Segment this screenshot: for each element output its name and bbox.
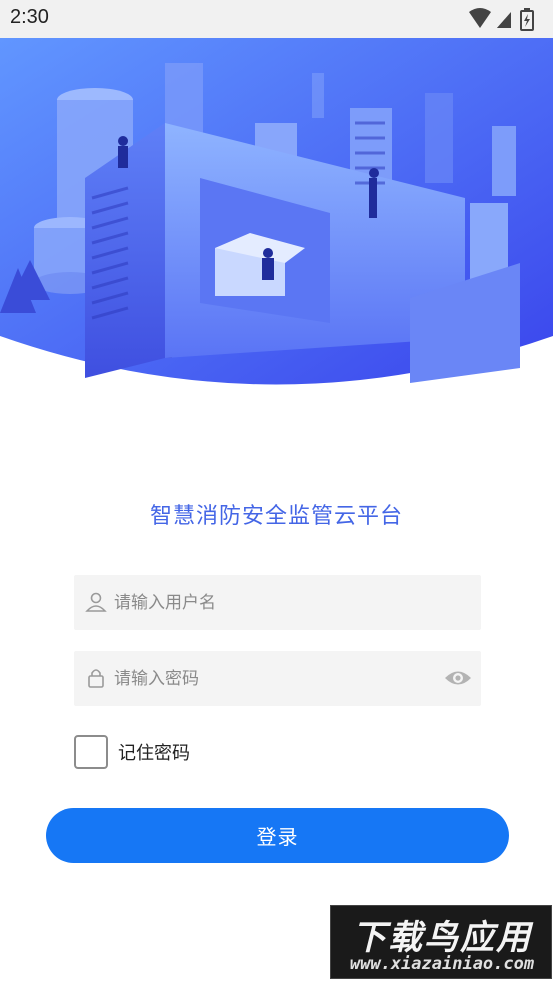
eye-icon[interactable] (443, 665, 473, 691)
username-field[interactable] (74, 575, 481, 630)
remember-password-checkbox[interactable] (74, 735, 108, 769)
watermark-main-text: 下载鸟应用 (352, 918, 532, 958)
remember-password-row[interactable]: 记住密码 (74, 733, 190, 771)
watermark-url-text: www.xiazainiao.com (349, 954, 535, 974)
battery-icon (520, 8, 534, 31)
password-field[interactable] (74, 651, 481, 706)
watermark-logo: 下载鸟应用 www.xiazainiao.com (330, 905, 552, 979)
hero-illustration (0, 38, 553, 385)
signal-icon (497, 12, 511, 28)
wifi-icon (469, 8, 491, 28)
status-time: 2:30 (10, 6, 49, 28)
lock-icon (88, 669, 104, 688)
user-icon (85, 592, 107, 612)
login-button[interactable]: 登录 (46, 808, 509, 863)
username-input[interactable] (114, 575, 434, 630)
login-screen: 2:30 智慧消防安全监管云平台 请输入用户名 记住密码 登录 下载鸟应用 ww… (0, 0, 553, 983)
status-bar: 2:30 (0, 0, 553, 38)
remember-password-label[interactable]: 记住密码 (118, 739, 190, 765)
app-title: 智慧消防安全监管云平台 (149, 504, 403, 529)
password-input[interactable] (114, 651, 434, 706)
status-icons (469, 8, 534, 31)
